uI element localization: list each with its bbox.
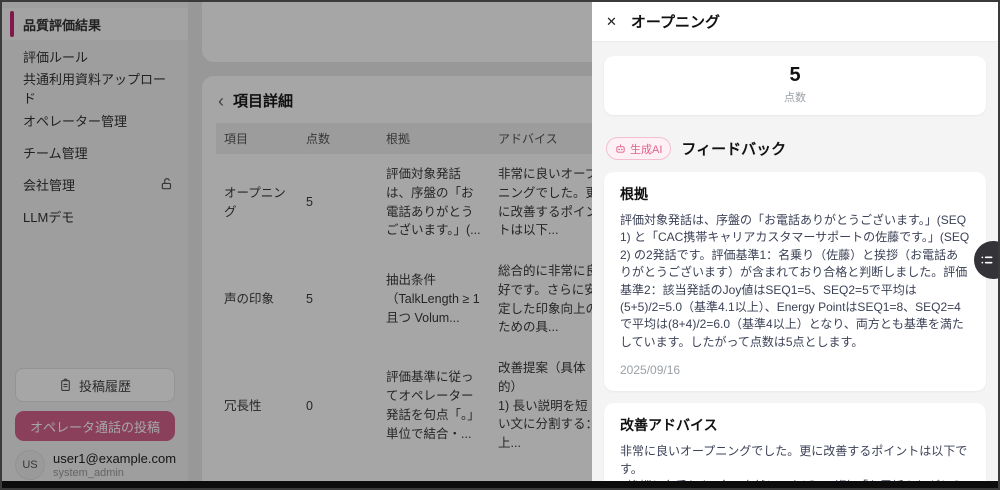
generative-ai-badge: 生成AI [606,137,671,160]
detail-drawer: ✕ オープニング 5 点数 生成AI フィードバック [592,2,998,488]
feedback-header: 生成AI フィードバック [606,137,984,160]
basis-card-date: 2025/09/16 [620,363,970,377]
score-card: 5 点数 [604,56,986,115]
drawer-title: オープニング [631,11,720,32]
robot-icon [615,143,626,154]
app-window: 品質評価結果 評価ルール 共通利用資料アップロード オペレーター管理 チーム管理… [0,0,1000,490]
generative-ai-badge-label: 生成AI [630,141,662,157]
advice-card-title: 改善アドバイス [620,415,970,435]
basis-card-body: 評価対象発話は、序盤の「お電話ありがとうございます。」(SEQ 1) と「CAC… [620,212,970,351]
score-label: 点数 [604,89,986,105]
drawer-body: 5 点数 生成AI フィードバック 根拠 評価対象発話は、序盤の「お電話 [592,42,998,488]
basis-card-title: 根拠 [620,184,970,204]
bottom-scrollbar-track [2,481,998,488]
feedback-title: フィードバック [681,138,786,159]
list-icon [979,252,995,268]
basis-card: 根拠 評価対象発話は、序盤の「お電話ありがとうございます。」(SEQ 1) と「… [604,172,986,391]
close-icon[interactable]: ✕ [606,15,617,28]
advice-card: 改善アドバイス 非常に良いオープニングでした。更に改善するポイントは以下です。 … [604,403,986,488]
score-value: 5 [604,64,986,87]
drawer-header: ✕ オープニング [592,2,998,42]
